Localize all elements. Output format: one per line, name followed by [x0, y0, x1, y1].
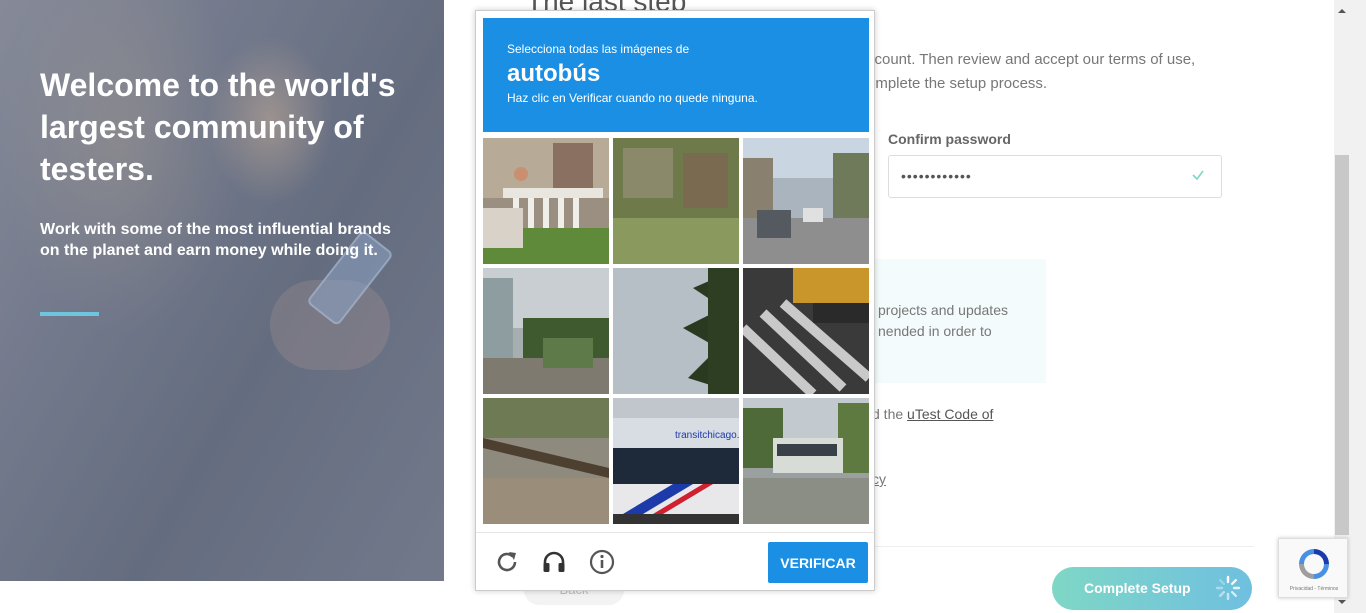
house-palms-image [483, 268, 609, 394]
recaptcha-logo-icon [1299, 549, 1329, 579]
info-text: projects and updates nended in order to [878, 302, 1008, 339]
code-prefix: d the [872, 406, 908, 422]
verify-button[interactable]: VERIFICAR [768, 542, 868, 583]
captcha-tile-1[interactable] [483, 138, 609, 264]
captcha-tile-4[interactable] [483, 268, 609, 394]
confirm-password-field[interactable]: •••••••••••• [888, 155, 1222, 198]
crosswalk-bus-image [743, 268, 869, 394]
railroad-image [483, 398, 609, 524]
captcha-target-word: autobús [507, 60, 601, 87]
street-image [743, 138, 869, 264]
complete-setup-button[interactable]: Complete Setup [1052, 567, 1252, 610]
palm-tree-image [613, 268, 739, 394]
reload-icon[interactable] [493, 548, 521, 576]
scrollbar-thumb[interactable] [1335, 155, 1349, 535]
code-of-conduct-text: d the uTest Code of [872, 406, 993, 422]
hero-accent-line [40, 312, 99, 316]
checkmark-icon [1192, 170, 1204, 181]
captcha-tile-2[interactable] [613, 138, 739, 264]
captcha-tile-3[interactable] [743, 138, 869, 264]
captcha-dialog: Selecciona todas las imágenes de autobús… [475, 10, 875, 591]
captcha-tile-9[interactable] [743, 398, 869, 524]
captcha-header: Selecciona todas las imágenes de autobús… [483, 18, 869, 132]
headphones-audio-icon[interactable] [540, 548, 568, 576]
scroll-up-arrow-icon[interactable] [1336, 6, 1348, 16]
confirm-password-label: Confirm password [888, 131, 1011, 147]
captcha-tile-grid: transitchicago.com [483, 138, 871, 526]
bus-street-image [743, 398, 869, 524]
captcha-tile-8[interactable]: transitchicago.com [613, 398, 739, 524]
captcha-subtext: Haz clic en Verificar cuando no quede ni… [507, 91, 758, 105]
form-description: ccount. Then review and accept our terms… [867, 51, 1196, 92]
loading-spinner-icon [1215, 575, 1241, 601]
scroll-down-arrow-icon[interactable] [1336, 597, 1348, 607]
captcha-tile-6[interactable] [743, 268, 869, 394]
hero-subtitle: Work with some of the most influential b… [40, 221, 391, 259]
recaptcha-terms-text[interactable]: Privacidad - Términos [1281, 586, 1347, 592]
divider [874, 546, 1254, 547]
bus-sign-text: transitchicago.com [675, 430, 739, 441]
captcha-tile-7[interactable] [483, 398, 609, 524]
fence-image [613, 138, 739, 264]
complete-setup-label: Complete Setup [1084, 580, 1191, 596]
confirm-password-value: •••••••••••• [901, 168, 972, 184]
hero-title: Welcome to the world's largest community… [40, 67, 396, 187]
recaptcha-badge[interactable]: Privacidad - Términos [1278, 538, 1348, 598]
hero-panel: Welcome to the world's largest community… [0, 0, 444, 581]
city-bus-image: transitchicago.com [613, 398, 739, 524]
captcha-tile-5[interactable] [613, 268, 739, 394]
info-icon[interactable] [588, 548, 616, 576]
porch-image [483, 138, 609, 264]
captcha-footer: VERIFICAR [476, 532, 874, 591]
code-of-conduct-link[interactable]: uTest Code of [907, 406, 993, 422]
captcha-instruction: Selecciona todas las imágenes de [507, 42, 690, 56]
